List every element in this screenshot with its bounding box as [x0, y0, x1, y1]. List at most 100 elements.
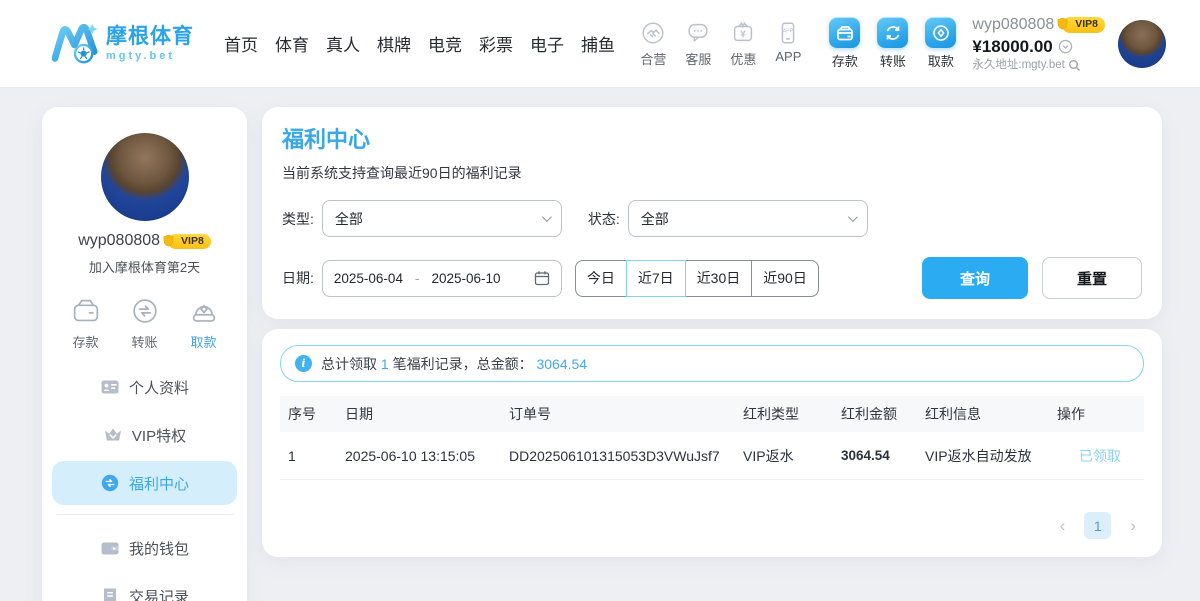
nav-fishing[interactable]: 捕鱼 — [581, 31, 615, 56]
main-nav: 首页 体育 真人 棋牌 电竞 彩票 电子 捕鱼 — [224, 31, 615, 56]
date-label: 日期: — [282, 268, 314, 288]
sidebar-wallet-actions: 存款 转账 取款 — [42, 294, 247, 351]
nav-cards[interactable]: 棋牌 — [377, 31, 411, 56]
partner-link[interactable]: 合营 — [634, 20, 672, 68]
query-button[interactable]: 查询 — [922, 257, 1028, 299]
range-90days-button[interactable]: 近90日 — [751, 260, 819, 297]
welfare-coin-icon — [100, 473, 120, 493]
sidebar-deposit-button[interactable]: 存款 — [69, 294, 103, 351]
withdraw-button[interactable]: 取款 — [925, 17, 956, 70]
sidebar-item-vip[interactable]: VIP特权 — [52, 413, 237, 457]
top-header: 摩根体育 mgty.bet 首页 体育 真人 棋牌 电竞 彩票 电子 捕鱼 合营 — [0, 0, 1200, 88]
transfer-button[interactable]: 转账 — [877, 17, 908, 70]
vip-badge-label: VIP8 — [1075, 18, 1098, 31]
cell-date: 2025-06-10 13:15:05 — [341, 448, 505, 464]
transfer-label: 转账 — [880, 51, 906, 70]
customer-service-icon — [685, 20, 711, 46]
search-icon[interactable] — [1068, 59, 1081, 72]
promo-link[interactable]: ¥ 优惠 — [724, 20, 762, 68]
balance-refresh-icon[interactable] — [1058, 39, 1073, 54]
user-info: wyp080808 VIP8 ¥18000.00 永久地址:mgty.bet — [972, 15, 1105, 73]
wallet-icon — [100, 538, 120, 558]
sidebar-item-transactions[interactable]: 交易记录 — [52, 574, 237, 601]
nav-home[interactable]: 首页 — [224, 31, 258, 56]
crown-icon — [103, 425, 123, 445]
records-icon — [100, 586, 120, 601]
deposit-button[interactable]: 存款 — [829, 17, 860, 70]
nav-live[interactable]: 真人 — [326, 31, 360, 56]
header-avatar[interactable] — [1118, 20, 1166, 68]
main-content: 福利中心 当前系统支持查询最近90日的福利记录 类型: 全部 状态: 全部 日期… — [262, 107, 1162, 557]
promo-icon: ¥ — [730, 20, 756, 46]
page-body: wyp080808 VIP8 加入摩根体育第2天 存款 — [0, 88, 1200, 601]
date-range-input[interactable]: 2025-06-04 - 2025-06-10 — [322, 260, 562, 297]
nav-slots[interactable]: 电子 — [530, 31, 564, 56]
sidebar-withdraw-label: 取款 — [190, 332, 216, 351]
date-start-value: 2025-06-04 — [334, 271, 403, 286]
range-30days-button[interactable]: 近30日 — [685, 260, 753, 297]
date-range-presets: 今日 近7日 近30日 近90日 — [575, 260, 819, 297]
site-logo[interactable]: 摩根体育 mgty.bet — [52, 21, 194, 67]
deposit-icon — [69, 294, 103, 328]
summary-amount: 3064.54 — [536, 356, 587, 372]
vip-badge: VIP8 — [1062, 17, 1105, 33]
type-label: 类型: — [282, 209, 314, 229]
sidebar-item-wallet[interactable]: 我的钱包 — [52, 526, 237, 570]
page-1-button[interactable]: 1 — [1084, 512, 1111, 539]
filter-row-selects: 类型: 全部 状态: 全部 — [282, 200, 1142, 237]
logo-domain: mgty.bet — [106, 51, 194, 62]
col-index: 序号 — [284, 404, 341, 424]
header-right: 合营 客服 ¥ 优惠 — [634, 15, 1166, 73]
calendar-icon — [534, 270, 550, 286]
col-bonus-info: 红利信息 — [921, 404, 1053, 424]
col-order: 订单号 — [505, 404, 739, 424]
col-action: 操作 — [1053, 404, 1140, 424]
sidebar-withdraw-button[interactable]: 取款 — [187, 294, 221, 351]
status-select[interactable]: 全部 — [628, 200, 868, 237]
menu-divider — [56, 514, 233, 515]
deposit-icon — [836, 24, 854, 42]
range-7days-button[interactable]: 近7日 — [626, 260, 686, 297]
transfer-icon — [128, 294, 162, 328]
benefits-table: 序号 日期 订单号 红利类型 红利金额 红利信息 操作 1 2025-06-10… — [280, 396, 1144, 480]
customer-service-label: 客服 — [685, 49, 711, 68]
header-username: wyp080808 — [972, 15, 1054, 35]
app-link[interactable]: APP APP — [769, 20, 807, 68]
reset-button[interactable]: 重置 — [1042, 257, 1142, 299]
profile-username: wyp080808 — [78, 232, 160, 250]
profile-sidebar: wyp080808 VIP8 加入摩根体育第2天 存款 — [42, 107, 247, 601]
range-today-button[interactable]: 今日 — [575, 260, 627, 297]
cell-bonus-info: VIP返水自动发放 — [921, 446, 1053, 466]
prev-page-button[interactable]: ‹ — [1060, 517, 1066, 534]
filter-card: 福利中心 当前系统支持查询最近90日的福利记录 类型: 全部 状态: 全部 日期… — [262, 107, 1162, 319]
sidebar-item-profile[interactable]: 个人资料 — [52, 365, 237, 409]
transfer-icon — [884, 24, 902, 42]
type-select[interactable]: 全部 — [322, 200, 562, 237]
sidebar-item-label: 交易记录 — [129, 586, 189, 601]
wallet-buttons: 存款 转账 取款 — [829, 17, 956, 70]
status-select-value: 全部 — [641, 209, 848, 229]
summary-bar: i 总计领取 1 笔福利记录，总金额： 3064.54 — [280, 345, 1144, 382]
customer-service-link[interactable]: 客服 — [679, 20, 717, 68]
nav-sports[interactable]: 体育 — [275, 31, 309, 56]
sidebar-transfer-button[interactable]: 转账 — [128, 294, 162, 351]
app-label: APP — [775, 49, 801, 64]
summary-count: 1 — [381, 356, 389, 372]
vip-medal-icon — [163, 234, 174, 247]
nav-lottery[interactable]: 彩票 — [479, 31, 513, 56]
sidebar-item-welfare[interactable]: 福利中心 — [52, 461, 237, 505]
profile-avatar[interactable] — [101, 133, 189, 221]
svg-text:APP: APP — [783, 28, 794, 34]
join-days-text: 加入摩根体育第2天 — [42, 257, 247, 276]
promo-label: 优惠 — [730, 49, 756, 68]
app-icon: APP — [775, 20, 801, 46]
logo-title: 摩根体育 — [106, 26, 194, 47]
permanent-address: 永久地址:mgty.bet — [972, 58, 1064, 72]
next-page-button[interactable]: › — [1130, 517, 1136, 534]
page-title: 福利中心 — [282, 122, 1142, 154]
status-label: 状态: — [588, 209, 620, 229]
withdraw-label: 取款 — [928, 51, 954, 70]
nav-esports[interactable]: 电竞 — [428, 31, 462, 56]
claimed-status-link[interactable]: 已领取 — [1053, 446, 1140, 466]
withdraw-icon — [187, 294, 221, 328]
